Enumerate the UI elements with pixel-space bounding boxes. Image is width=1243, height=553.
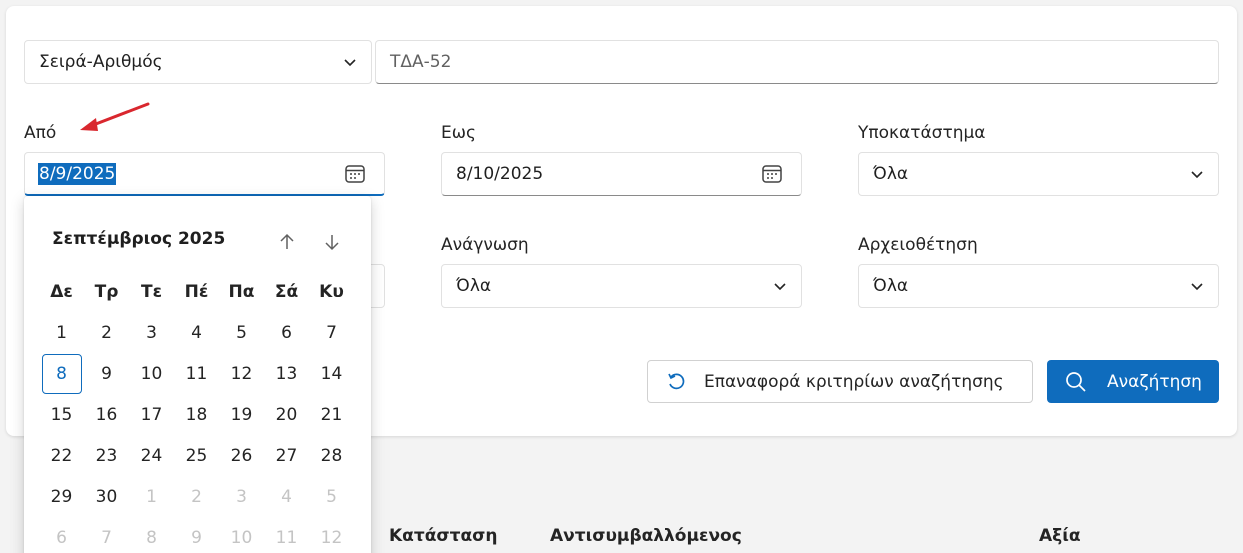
chevron-down-icon bbox=[344, 59, 356, 67]
reading-dropdown[interactable]: Όλα bbox=[441, 264, 802, 308]
calendar-day-outside[interactable]: 9 bbox=[174, 517, 219, 553]
reset-criteria-button[interactable]: Επαναφορά κριτηρίων αναζήτησης bbox=[647, 360, 1033, 403]
calendar-day-outside[interactable]: 7 bbox=[84, 517, 129, 553]
calendar-grid: Δε Τρ Τε Πέ Πα Σά Κυ 1 2 3 4 5 6 7 8 9 10 11 12 13 14 15 16 17 1… bbox=[39, 271, 354, 553]
weekday-header: Σά bbox=[274, 281, 299, 302]
calendar-day[interactable]: 28 bbox=[309, 435, 354, 476]
column-header-status[interactable]: Κατάσταση bbox=[389, 526, 498, 546]
calendar-day-outside[interactable]: 5 bbox=[309, 476, 354, 517]
calendar-day[interactable]: 30 bbox=[84, 476, 129, 517]
weekday-header: Τρ bbox=[94, 281, 119, 302]
search-type-value: Σειρά-Αριθμός bbox=[39, 52, 163, 72]
reading-label: Ανάγνωση bbox=[441, 235, 529, 255]
column-header-counterparty[interactable]: Αντισυμβαλλόμενος bbox=[550, 526, 742, 546]
calendar-day[interactable]: 19 bbox=[219, 394, 264, 435]
from-label: Από bbox=[24, 123, 57, 143]
calendar-day[interactable]: 12 bbox=[219, 353, 264, 394]
search-type-dropdown[interactable]: Σειρά-Αριθμός bbox=[24, 40, 372, 84]
weekday-header: Τε bbox=[140, 281, 163, 302]
calendar-day-outside[interactable]: 4 bbox=[264, 476, 309, 517]
weekday-header: Πα bbox=[228, 281, 255, 302]
calendar-day[interactable]: 8 bbox=[39, 353, 84, 394]
reset-arrow-icon bbox=[668, 373, 685, 389]
calendar-day[interactable]: 15 bbox=[39, 394, 84, 435]
calendar-day-outside[interactable]: 3 bbox=[219, 476, 264, 517]
calendar-day[interactable]: 7 bbox=[309, 312, 354, 353]
calendar-day[interactable]: 23 bbox=[84, 435, 129, 476]
search-text-value: ΤΔΑ-52 bbox=[390, 52, 452, 72]
to-date-value: 8/10/2025 bbox=[456, 164, 544, 184]
branch-label: Υποκατάστημα bbox=[858, 123, 986, 143]
archiving-value: Όλα bbox=[873, 276, 909, 296]
weekday-header: Κυ bbox=[319, 281, 344, 302]
calendar-day[interactable]: 14 bbox=[309, 353, 354, 394]
branch-dropdown[interactable]: Όλα bbox=[858, 152, 1219, 196]
reset-button-label: Επαναφορά κριτηρίων αναζήτησης bbox=[704, 371, 1004, 392]
date-picker-popup: Σεπτέμβριος 2025 Δε Τρ Τε Πέ Πα Σά Κυ 1 2 3 4 5 6 7 8 9… bbox=[24, 196, 371, 553]
calendar-day[interactable]: 29 bbox=[39, 476, 84, 517]
search-button[interactable]: Αναζήτηση bbox=[1047, 360, 1219, 403]
column-header-value[interactable]: Αξία bbox=[1039, 526, 1081, 546]
calendar-day[interactable]: 27 bbox=[264, 435, 309, 476]
calendar-day[interactable]: 26 bbox=[219, 435, 264, 476]
search-text-input[interactable]: ΤΔΑ-52 bbox=[375, 40, 1219, 84]
reading-value: Όλα bbox=[456, 276, 492, 296]
calendar-day[interactable]: 22 bbox=[39, 435, 84, 476]
calendar-day[interactable]: 24 bbox=[129, 435, 174, 476]
calendar-day-today[interactable]: 8 bbox=[41, 353, 82, 394]
calendar-day[interactable]: 20 bbox=[264, 394, 309, 435]
to-label: Εως bbox=[441, 123, 476, 143]
calendar-day[interactable]: 4 bbox=[174, 312, 219, 353]
calendar-day-outside[interactable]: 10 bbox=[219, 517, 264, 553]
branch-value: Όλα bbox=[873, 164, 909, 184]
search-button-label: Αναζήτηση bbox=[1107, 371, 1202, 392]
calendar-day-outside[interactable]: 6 bbox=[39, 517, 84, 553]
calendar-day[interactable]: 16 bbox=[84, 394, 129, 435]
chevron-down-icon bbox=[1191, 283, 1203, 291]
calendar-day[interactable]: 5 bbox=[219, 312, 264, 353]
calendar-icon[interactable] bbox=[344, 163, 366, 185]
calendar-day[interactable]: 1 bbox=[39, 312, 84, 353]
calendar-day[interactable]: 3 bbox=[129, 312, 174, 353]
arrow-up-icon[interactable] bbox=[277, 232, 297, 252]
chevron-down-icon bbox=[1191, 171, 1203, 179]
calendar-icon[interactable] bbox=[761, 163, 783, 185]
search-icon bbox=[1066, 371, 1086, 392]
calendar-day[interactable]: 25 bbox=[174, 435, 219, 476]
from-date-input[interactable]: 8/9/2025 bbox=[24, 152, 385, 196]
calendar-day-outside[interactable]: 1 bbox=[129, 476, 174, 517]
calendar-day[interactable]: 18 bbox=[174, 394, 219, 435]
calendar-day-outside[interactable]: 8 bbox=[129, 517, 174, 553]
to-date-input[interactable]: 8/10/2025 bbox=[441, 152, 802, 196]
calendar-day-outside[interactable]: 12 bbox=[309, 517, 354, 553]
chevron-down-icon bbox=[774, 283, 786, 291]
from-date-value: 8/9/2025 bbox=[38, 162, 117, 185]
calendar-day[interactable]: 9 bbox=[84, 353, 129, 394]
annotation-arrow-icon bbox=[80, 102, 150, 131]
weekday-header: Δε bbox=[50, 281, 73, 302]
archiving-dropdown[interactable]: Όλα bbox=[858, 264, 1219, 308]
calendar-day[interactable]: 10 bbox=[129, 353, 174, 394]
arrow-down-icon[interactable] bbox=[322, 232, 342, 252]
archiving-label: Αρχειοθέτηση bbox=[858, 235, 978, 255]
calendar-day[interactable]: 17 bbox=[129, 394, 174, 435]
calendar-day[interactable]: 6 bbox=[264, 312, 309, 353]
calendar-day[interactable]: 13 bbox=[264, 353, 309, 394]
calendar-day[interactable]: 21 bbox=[309, 394, 354, 435]
weekday-header: Πέ bbox=[184, 281, 209, 302]
calendar-day-outside[interactable]: 11 bbox=[264, 517, 309, 553]
calendar-day[interactable]: 11 bbox=[174, 353, 219, 394]
calendar-month-title[interactable]: Σεπτέμβριος 2025 bbox=[52, 229, 225, 249]
calendar-day[interactable]: 2 bbox=[84, 312, 129, 353]
calendar-day-outside[interactable]: 2 bbox=[174, 476, 219, 517]
